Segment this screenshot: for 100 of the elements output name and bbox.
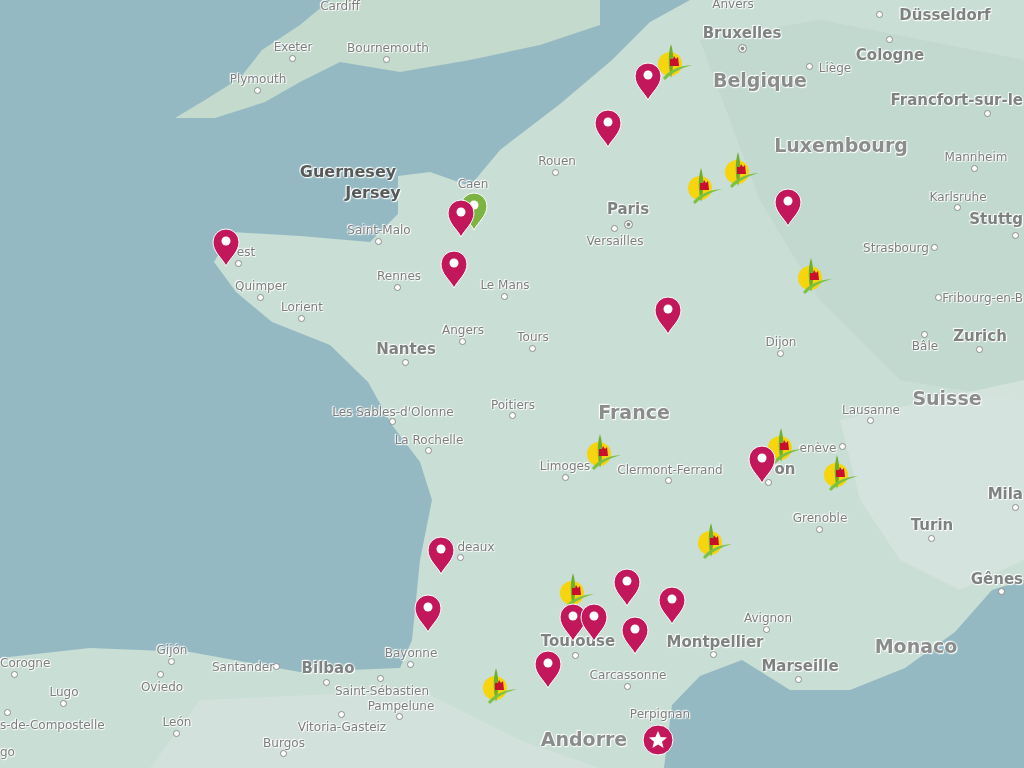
city-dot-icon xyxy=(867,417,874,424)
city-dot-icon xyxy=(572,652,579,659)
city-label: Düsseldorf xyxy=(899,7,991,23)
city-dot-icon xyxy=(806,63,813,70)
city-dot-icon xyxy=(157,671,164,678)
city-label: Mannheim xyxy=(944,151,1008,163)
city-dot-icon xyxy=(710,651,717,658)
city-dot-icon xyxy=(394,284,401,291)
city-dot-icon xyxy=(168,658,175,665)
map-pin-icon[interactable] xyxy=(634,62,662,101)
city-dot-icon xyxy=(921,331,928,338)
map-pin-icon[interactable] xyxy=(447,199,475,238)
city-label: Grenoble xyxy=(792,512,848,524)
city-label: Dijon xyxy=(765,336,797,348)
city-label: Bilbao xyxy=(301,660,355,676)
city-dot-icon xyxy=(624,683,631,690)
city-label: Saint-Sébastien xyxy=(334,685,430,697)
city-dot-icon xyxy=(998,588,1005,595)
city-dot-icon xyxy=(562,474,569,481)
map-pin-icon[interactable] xyxy=(534,650,562,689)
city-label: Rouen xyxy=(538,155,576,167)
country-label: Luxembourg xyxy=(774,135,908,155)
city-label: Pampelune xyxy=(367,700,435,712)
map-pin-icon[interactable] xyxy=(440,250,468,289)
city-dot-icon xyxy=(665,477,672,484)
city-label: Bournemouth xyxy=(347,42,429,54)
map-pin-icon[interactable] xyxy=(594,109,622,148)
city-dot-icon xyxy=(377,675,384,682)
map-pin-icon[interactable] xyxy=(613,568,641,607)
city-label: Zurich xyxy=(953,328,1007,344)
city-dot-icon xyxy=(383,56,390,63)
city-label: Poitiers xyxy=(490,399,536,411)
city-label: Bruxelles xyxy=(702,25,782,41)
city-label: deaux xyxy=(457,541,495,553)
city-dot-icon xyxy=(876,11,883,18)
city-dot-icon xyxy=(338,711,345,718)
city-label: Oviedo xyxy=(140,681,184,693)
map-pin-icon[interactable] xyxy=(774,188,802,227)
city-dot-icon xyxy=(501,293,508,300)
city-label: Marseille xyxy=(761,658,839,674)
city-label: Perpignan xyxy=(629,708,691,720)
city-dot-icon xyxy=(4,709,11,716)
city-label: Lugo xyxy=(49,686,79,698)
city-dot-icon xyxy=(611,225,618,232)
city-label: Fribourg-en-B xyxy=(942,292,1023,304)
city-dot-icon xyxy=(971,165,978,172)
city-label: Francfort-sur-le xyxy=(890,92,1023,108)
city-dot-icon xyxy=(459,338,466,345)
city-label: Tours xyxy=(517,331,549,343)
city-label: Mila xyxy=(987,486,1023,502)
city-dot-icon xyxy=(935,294,942,301)
map-pin-icon[interactable] xyxy=(621,616,649,655)
city-dot-icon xyxy=(931,244,938,251)
city-label: Gênes xyxy=(970,571,1023,587)
map-pin-icon[interactable] xyxy=(658,586,686,625)
city-label: Angers xyxy=(442,324,484,336)
city-label: Vitoria-Gasteiz xyxy=(297,721,387,733)
city-label: Strasbourg xyxy=(863,242,929,254)
city-dot-icon xyxy=(795,676,802,683)
map-pin-icon[interactable] xyxy=(427,536,455,575)
city-label: Rennes xyxy=(377,270,421,282)
country-label: Monaco xyxy=(874,636,958,656)
city-label: Bayonne xyxy=(384,647,438,659)
map-pin-icon[interactable] xyxy=(748,445,776,484)
city-dot-icon xyxy=(984,110,991,117)
city-label: Gijón xyxy=(156,644,188,656)
city-dot-icon xyxy=(425,447,432,454)
city-dot-icon xyxy=(257,294,264,301)
city-label: Cardiff xyxy=(320,0,360,12)
city-label: go xyxy=(0,746,15,758)
map-background[interactable] xyxy=(0,0,1024,768)
city-label: Nantes xyxy=(376,341,436,357)
city-label: Jersey xyxy=(345,185,401,201)
map-pin-icon[interactable] xyxy=(654,296,682,335)
city-dot-icon xyxy=(738,44,747,53)
map-pin-icon[interactable] xyxy=(414,594,442,633)
city-label: Paris xyxy=(606,201,650,217)
city-label: Burgos xyxy=(263,737,305,749)
city-label: s-de-Compostelle xyxy=(0,719,105,731)
city-dot-icon xyxy=(839,443,846,450)
city-dot-icon xyxy=(375,238,382,245)
city-label: Turin xyxy=(910,517,954,533)
city-label: Carcassonne xyxy=(589,669,667,681)
city-label: Corogne xyxy=(0,657,51,669)
city-label: León xyxy=(162,716,192,728)
city-label: Santander xyxy=(211,661,275,673)
city-dot-icon xyxy=(509,412,516,419)
city-dot-icon xyxy=(1012,232,1019,239)
city-dot-icon xyxy=(11,671,18,678)
city-label: Le Mans xyxy=(480,279,530,291)
country-label: France xyxy=(598,402,670,422)
city-dot-icon xyxy=(457,554,464,561)
city-dot-icon xyxy=(777,350,784,357)
city-label: Montpellier xyxy=(666,634,764,650)
star-marker-icon[interactable] xyxy=(642,724,674,756)
city-dot-icon xyxy=(235,260,242,267)
city-dot-icon xyxy=(298,315,305,322)
city-label: Lorient xyxy=(281,301,323,313)
city-label: Guernesey xyxy=(299,164,397,180)
city-label: Clermont-Ferrand xyxy=(617,464,723,476)
